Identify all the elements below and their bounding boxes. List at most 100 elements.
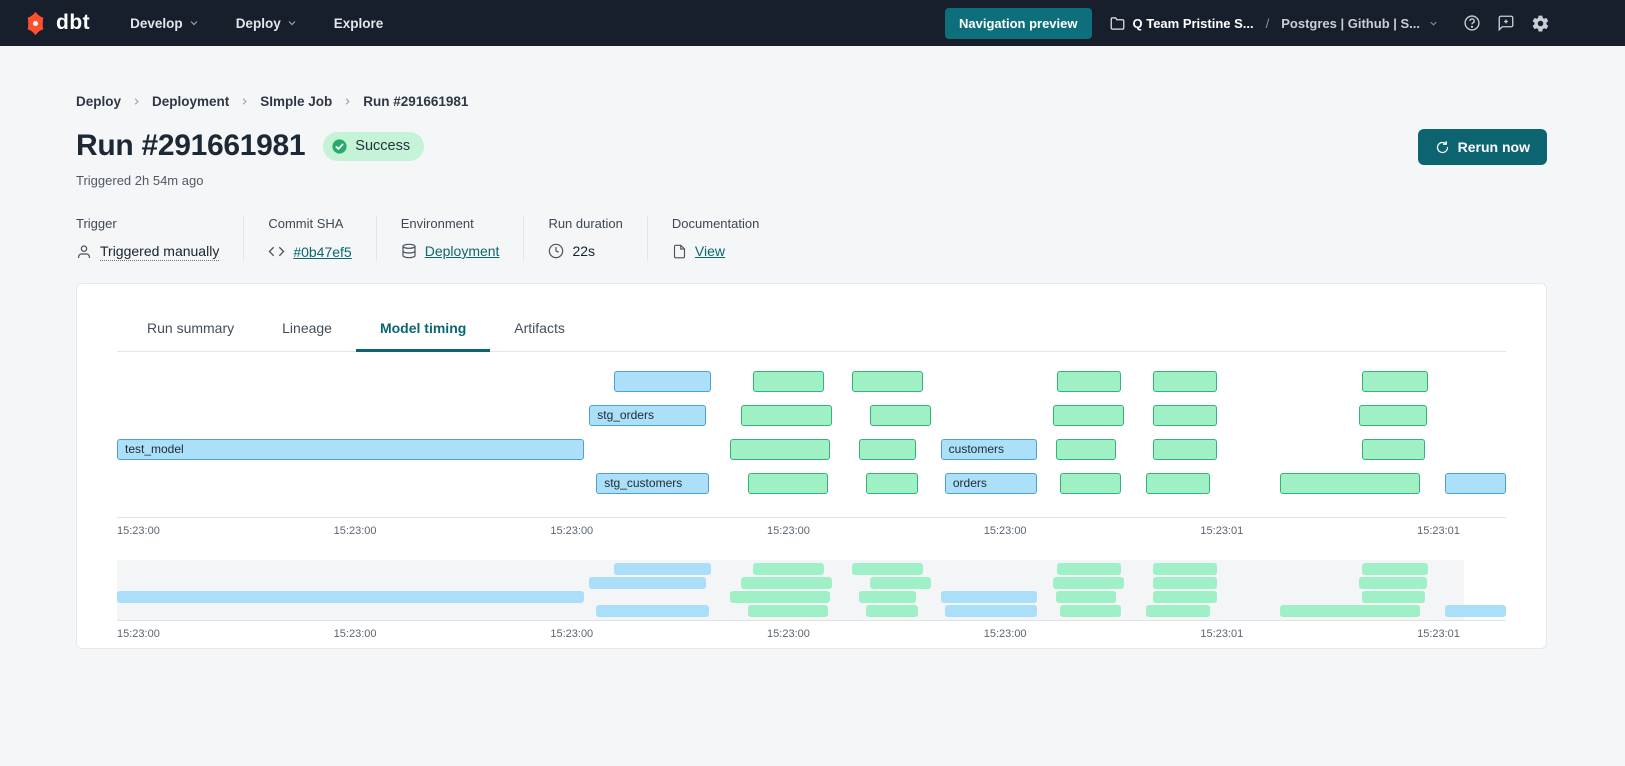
gantt-bar[interactable] bbox=[748, 473, 829, 494]
gantt-bar[interactable] bbox=[1153, 405, 1217, 426]
environment-link[interactable]: Deployment bbox=[425, 243, 500, 259]
project-selector[interactable]: Q Team Pristine S... / Postgres | Github… bbox=[1110, 16, 1440, 31]
minimap-bar bbox=[596, 605, 709, 617]
tab-lineage[interactable]: Lineage bbox=[258, 308, 356, 352]
nav-item-develop[interactable]: Develop bbox=[130, 16, 200, 31]
minimap-bar bbox=[117, 591, 584, 603]
gantt-bar[interactable] bbox=[730, 439, 830, 460]
nav-menu: Develop Deploy Explore bbox=[130, 16, 383, 31]
tab-model-timing[interactable]: Model timing bbox=[356, 308, 490, 352]
rerun-now-button[interactable]: Rerun now bbox=[1418, 129, 1547, 165]
check-circle-icon bbox=[331, 138, 348, 155]
folder-icon bbox=[1110, 16, 1125, 31]
top-navbar: dbt Develop Deploy Explore Navigation pr… bbox=[0, 0, 1625, 46]
gantt-bar[interactable] bbox=[1153, 371, 1217, 392]
tab-run-summary[interactable]: Run summary bbox=[123, 308, 258, 352]
page-title: Run #291661981 bbox=[76, 129, 305, 163]
feedback-icon[interactable] bbox=[1497, 14, 1515, 32]
meta-label: Environment bbox=[401, 216, 500, 231]
gantt-bar[interactable] bbox=[866, 473, 919, 494]
axis-tick: 15:23:00 bbox=[334, 628, 377, 640]
axis-tick: 15:23:01 bbox=[1417, 628, 1460, 640]
settings-gear-icon[interactable] bbox=[1531, 14, 1550, 33]
axis-tick: 15:23:00 bbox=[767, 525, 810, 537]
navbar-right: Navigation preview Q Team Pristine S... … bbox=[945, 8, 1550, 39]
navigation-preview-button[interactable]: Navigation preview bbox=[945, 8, 1091, 39]
gantt-bar[interactable] bbox=[1146, 473, 1210, 494]
person-icon bbox=[76, 244, 92, 260]
minimap-bar bbox=[852, 563, 923, 575]
meta-trigger: Trigger Triggered manually bbox=[76, 216, 244, 261]
gantt-bar[interactable] bbox=[1057, 371, 1121, 392]
breadcrumb-deployment[interactable]: Deployment bbox=[152, 94, 229, 109]
minimap-row bbox=[117, 577, 1506, 589]
minimap-bar bbox=[945, 605, 1037, 617]
chevron-down-icon bbox=[1428, 18, 1439, 29]
nav-item-deploy[interactable]: Deploy bbox=[236, 16, 298, 31]
minimap-bar bbox=[1057, 563, 1121, 575]
meta-environment: Environment Deployment bbox=[401, 216, 525, 261]
gantt-bar-stg_customers[interactable]: stg_customers bbox=[596, 473, 709, 494]
project-name: Postgres | Github | S... bbox=[1281, 16, 1420, 31]
model-timing-chart: stg_orderstest_model customers stg_custome… bbox=[117, 371, 1506, 638]
status-badge-label: Success bbox=[355, 138, 410, 154]
axis-tick: 15:23:00 bbox=[550, 628, 593, 640]
gantt-minimap[interactable] bbox=[117, 560, 1506, 620]
minimap-bar bbox=[1056, 591, 1116, 603]
minimap-row bbox=[117, 605, 1506, 617]
minimap-bar bbox=[1053, 577, 1124, 589]
help-icon[interactable] bbox=[1463, 14, 1481, 32]
triggered-timestamp: Triggered 2h 54m ago bbox=[76, 173, 1547, 188]
meta-label: Commit SHA bbox=[268, 216, 351, 231]
minimap-bar bbox=[859, 591, 916, 603]
gantt-bar-customers[interactable]: customers bbox=[941, 439, 1037, 460]
gantt-bar[interactable] bbox=[1362, 439, 1426, 460]
gantt-bar[interactable] bbox=[1280, 473, 1420, 494]
gantt-bar[interactable] bbox=[859, 439, 916, 460]
minimap-bar bbox=[1280, 605, 1420, 617]
gantt-bar[interactable] bbox=[1362, 371, 1429, 392]
minimap-bar bbox=[870, 577, 931, 589]
nav-item-explore[interactable]: Explore bbox=[334, 16, 384, 31]
run-detail-card: Run summary Lineage Model timing Artifac… bbox=[76, 283, 1547, 649]
tab-artifacts[interactable]: Artifacts bbox=[490, 308, 589, 352]
meta-run-duration: Run duration 22s bbox=[548, 216, 647, 261]
gantt-bar[interactable] bbox=[741, 405, 833, 426]
axis-tick: 15:23:00 bbox=[984, 628, 1027, 640]
dbt-logo-text: dbt bbox=[56, 11, 90, 35]
gantt-bar-stg_orders[interactable]: stg_orders bbox=[589, 405, 706, 426]
gantt-bar[interactable] bbox=[753, 371, 824, 392]
minimap-bar bbox=[866, 605, 919, 617]
gantt-bar[interactable] bbox=[1445, 473, 1506, 494]
minimap-row bbox=[117, 563, 1506, 575]
gantt-bar[interactable] bbox=[1060, 473, 1121, 494]
rerun-icon bbox=[1435, 140, 1450, 155]
chevron-down-icon bbox=[286, 17, 298, 29]
gantt-bar[interactable] bbox=[614, 371, 711, 392]
documentation-view-link[interactable]: View bbox=[695, 243, 725, 259]
minimap-bar bbox=[1362, 563, 1429, 575]
gantt-bar[interactable] bbox=[1359, 405, 1427, 426]
breadcrumb-deploy[interactable]: Deploy bbox=[76, 94, 121, 109]
gantt-bar[interactable] bbox=[870, 405, 931, 426]
gantt-bar[interactable] bbox=[1056, 439, 1116, 460]
meta-commit-sha: Commit SHA #0b47ef5 bbox=[268, 216, 376, 261]
gantt-bar[interactable] bbox=[1153, 439, 1217, 460]
time-axis: 15:23:0015:23:0015:23:0015:23:0015:23:00… bbox=[117, 517, 1506, 535]
minimap-bar bbox=[753, 563, 824, 575]
gantt-row bbox=[117, 371, 1506, 392]
minimap-bar bbox=[1153, 591, 1217, 603]
breadcrumb-simple-job[interactable]: SImple Job bbox=[260, 94, 332, 109]
gantt-bar-test_model[interactable]: test_model bbox=[117, 439, 584, 460]
trigger-value[interactable]: Triggered manually bbox=[100, 243, 219, 261]
axis-tick: 15:23:00 bbox=[767, 628, 810, 640]
meta-label: Documentation bbox=[672, 216, 759, 231]
minimap-bar bbox=[730, 591, 830, 603]
commit-sha-link[interactable]: #0b47ef5 bbox=[293, 244, 351, 260]
gantt-bar[interactable] bbox=[1053, 405, 1124, 426]
gantt-bar[interactable] bbox=[852, 371, 923, 392]
gantt-bar-orders[interactable]: orders bbox=[945, 473, 1037, 494]
dbt-logo[interactable]: dbt bbox=[22, 10, 90, 37]
clock-icon bbox=[548, 243, 564, 259]
gantt-row: stg_orders bbox=[117, 405, 1506, 426]
